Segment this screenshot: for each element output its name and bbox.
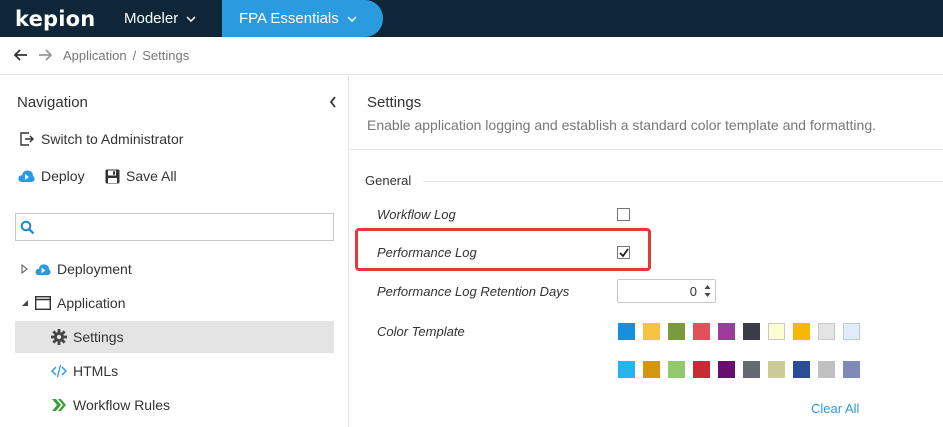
search-icon	[20, 220, 35, 235]
switch-to-administrator-label: Switch to Administrator	[41, 131, 184, 147]
cloud-deploy-icon	[18, 170, 35, 182]
kepion-logo[interactable]: kepion	[15, 7, 95, 31]
code-icon	[51, 364, 67, 378]
color-swatch[interactable]	[768, 361, 785, 378]
top-bar: kepion Modeler FPA Essentials	[0, 0, 943, 37]
retention-days-value[interactable]: 0	[690, 284, 697, 299]
tree-item-workflow-rules[interactable]: Workflow Rules	[15, 389, 334, 421]
deploy-label: Deploy	[41, 168, 85, 184]
color-swatch[interactable]	[693, 361, 710, 378]
fpa-essentials-menu[interactable]: FPA Essentials	[222, 0, 383, 37]
color-swatch[interactable]	[618, 323, 635, 340]
forward-arrow-icon[interactable]	[38, 49, 52, 61]
tree-item-label: Settings	[73, 329, 124, 345]
color-swatch[interactable]	[668, 323, 685, 340]
settings-description: Enable application logging and establish…	[367, 117, 876, 133]
tree-item-htmls[interactable]: HTMLs	[15, 355, 334, 387]
navigation-search-input[interactable]	[15, 213, 334, 241]
retention-days-label: Performance Log Retention Days	[377, 284, 570, 299]
color-swatch[interactable]	[793, 361, 810, 378]
tree-item-application[interactable]: Application	[15, 287, 334, 319]
color-swatch[interactable]	[743, 361, 760, 378]
color-swatch[interactable]	[843, 323, 860, 340]
color-swatch[interactable]	[718, 361, 735, 378]
general-group-label: General	[365, 173, 412, 188]
color-swatch[interactable]	[718, 323, 735, 340]
save-all-label: Save All	[126, 168, 177, 184]
clear-all-link[interactable]: Clear All	[811, 401, 859, 416]
tree-item-label: Deployment	[57, 261, 132, 277]
back-arrow-icon[interactable]	[14, 49, 28, 61]
color-swatch[interactable]	[743, 323, 760, 340]
color-swatch[interactable]	[668, 361, 685, 378]
color-swatch[interactable]	[618, 361, 635, 378]
color-swatch[interactable]	[818, 323, 835, 340]
color-swatch[interactable]	[643, 323, 660, 340]
tree-item-label: Application	[57, 295, 126, 311]
color-swatch[interactable]	[818, 361, 835, 378]
divider	[423, 181, 943, 182]
save-all-button[interactable]: Save All	[105, 168, 177, 184]
chevron-down-icon	[186, 15, 196, 22]
color-swatch[interactable]	[643, 361, 660, 378]
save-icon	[105, 169, 120, 183]
breadcrumb-separator: /	[132, 48, 137, 63]
switch-to-administrator-button[interactable]: Switch to Administrator	[19, 131, 183, 147]
window-icon	[35, 296, 51, 310]
breadcrumb-item-settings: Settings	[142, 48, 190, 63]
cloud-icon	[35, 263, 51, 275]
navigation-panel: Navigation Switch to Administrator Deplo…	[0, 76, 349, 427]
color-swatch[interactable]	[793, 323, 810, 340]
navigation-title: Navigation	[17, 94, 88, 111]
collapse-arrow-icon[interactable]	[21, 299, 29, 307]
expand-arrow-icon[interactable]	[21, 264, 28, 274]
stepper-arrows-icon[interactable]	[704, 283, 711, 299]
modeler-menu-label: Modeler	[124, 10, 179, 27]
performance-log-label: Performance Log	[377, 245, 477, 260]
modeler-menu[interactable]: Modeler	[112, 0, 208, 37]
tree-item-deployment[interactable]: Deployment	[15, 253, 334, 285]
breadcrumb-item-application[interactable]: Application	[63, 48, 127, 63]
performance-log-checkbox[interactable]	[617, 246, 630, 259]
collapse-panel-icon[interactable]	[329, 96, 337, 108]
tree-item-settings[interactable]: Settings	[15, 321, 334, 353]
gear-icon	[51, 329, 67, 345]
retention-days-stepper[interactable]: 0	[617, 279, 716, 303]
divider	[350, 149, 943, 150]
color-template-label: Color Template	[377, 324, 465, 339]
color-swatch[interactable]	[693, 323, 710, 340]
workflow-log-label: Workflow Log	[377, 207, 456, 222]
chevrons-icon	[52, 399, 66, 411]
tree-item-label: Workflow Rules	[73, 397, 170, 413]
workflow-log-checkbox[interactable]	[617, 208, 630, 221]
settings-title: Settings	[367, 94, 422, 111]
checkmark-icon	[619, 248, 629, 258]
breadcrumb-bar: Application / Settings	[0, 37, 943, 75]
chevron-down-icon	[347, 15, 357, 22]
breadcrumb: Application / Settings	[63, 48, 189, 63]
tree-item-label: HTMLs	[73, 363, 119, 379]
color-swatch[interactable]	[843, 361, 860, 378]
color-swatch[interactable]	[768, 323, 785, 340]
deploy-button[interactable]: Deploy	[18, 168, 85, 184]
fpa-essentials-label: FPA Essentials	[239, 10, 339, 27]
switch-icon	[20, 132, 34, 146]
